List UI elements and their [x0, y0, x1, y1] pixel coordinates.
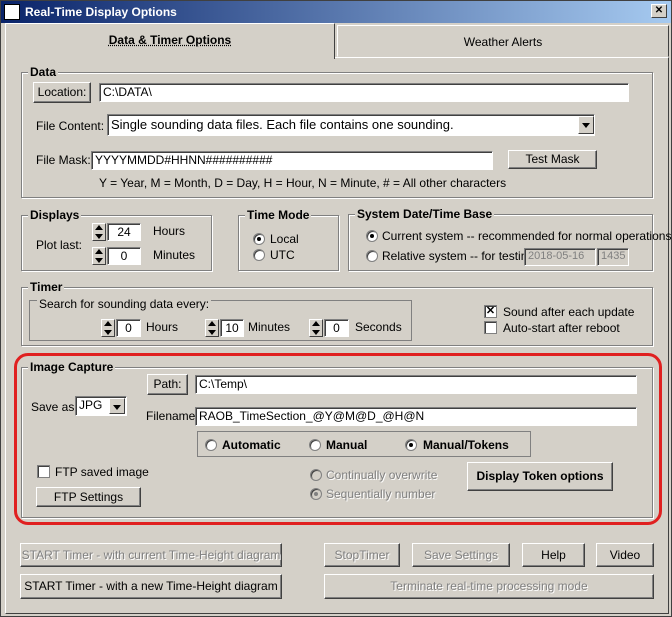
timer-minutes-field[interactable]: 10 — [220, 319, 244, 337]
relative-time-field[interactable]: 1435 — [597, 248, 629, 266]
location-field[interactable]: C:\DATA\ — [99, 83, 629, 102]
local-label: Local — [270, 232, 299, 246]
dialog-window: Real-Time Display Options ✕ Data & Timer… — [0, 0, 672, 617]
tab-label: Weather Alerts — [463, 35, 543, 49]
chevron-down-icon[interactable] — [578, 116, 594, 134]
minutes-spinner[interactable] — [92, 247, 106, 265]
sound-label: Sound after each update — [503, 305, 635, 319]
local-radio[interactable] — [253, 233, 265, 245]
timer-seconds-spinner[interactable] — [309, 319, 323, 337]
utc-label: UTC — [270, 248, 295, 262]
video-button[interactable]: Video — [596, 543, 654, 567]
timer-minutes-spinner[interactable] — [205, 319, 219, 337]
highlight-ring — [14, 353, 662, 525]
stop-timer-button[interactable]: StopTimer — [324, 543, 400, 567]
group-title: Time Mode — [245, 208, 312, 222]
timer-hours-spinner[interactable] — [101, 319, 115, 337]
hours-label: Hours — [153, 224, 186, 238]
title-bar: Real-Time Display Options ✕ — [1, 1, 671, 23]
display-hours-field[interactable]: 24 — [107, 223, 141, 241]
terminate-button[interactable]: Terminate real-time processing mode — [324, 574, 654, 599]
hours-spinner[interactable] — [92, 223, 106, 241]
file-mask-label: File Mask: — [36, 153, 91, 167]
plot-last-label: Plot last: — [36, 238, 83, 252]
relative-date-field[interactable]: 2018-05-16 — [524, 248, 596, 266]
utc-radio[interactable] — [253, 249, 265, 261]
mask-legend: Y = Year, M = Month, D = Day, H = Hour, … — [99, 176, 507, 190]
group-title: System Date/Time Base — [355, 207, 495, 221]
search-label: Search for sounding data every: — [37, 297, 212, 311]
help-button[interactable]: Help — [522, 543, 585, 567]
relative-system-radio[interactable] — [366, 250, 378, 262]
start-timer-current-button[interactable]: START Timer - with current Time-Height d… — [20, 543, 282, 567]
group-title: Data — [28, 65, 59, 79]
location-button[interactable]: Location: — [33, 82, 91, 103]
start-timer-new-button[interactable]: START Timer - with a new Time-Height dia… — [20, 574, 282, 599]
minutes-label: Minutes — [153, 248, 196, 262]
timer-seconds-label: Seconds — [355, 320, 402, 334]
close-icon[interactable]: ✕ — [651, 4, 667, 18]
tab-weather-alerts[interactable]: Weather Alerts — [337, 25, 669, 57]
group-title: Displays — [28, 208, 82, 222]
file-content-label: File Content: — [36, 119, 105, 133]
file-mask-field[interactable]: YYYYMMDD#HHNN########## — [91, 151, 493, 170]
tab-data-timer-options[interactable]: Data & Timer Options — [5, 23, 335, 59]
sound-checkbox[interactable]: ✕ — [484, 305, 497, 318]
timer-hours-field[interactable]: 0 — [116, 319, 141, 337]
test-mask-button[interactable]: Test Mask — [508, 150, 597, 169]
app-icon — [4, 4, 20, 20]
autostart-label: Auto-start after reboot — [503, 321, 620, 335]
file-content-select[interactable]: Single sounding data files. Each file co… — [107, 114, 595, 136]
timer-minutes-label: Minutes — [248, 320, 291, 334]
timer-seconds-field[interactable]: 0 — [324, 319, 349, 337]
current-system-label: Current system -- recommended for normal… — [382, 229, 672, 243]
relative-system-label: Relative system -- for testing: — [382, 249, 538, 263]
window-title: Real-Time Display Options — [25, 5, 177, 19]
display-minutes-field[interactable]: 0 — [107, 247, 141, 265]
current-system-radio[interactable] — [366, 230, 378, 242]
save-settings-button[interactable]: Save Settings — [412, 543, 510, 567]
tab-label: Data & Timer Options — [108, 33, 232, 47]
group-title: Timer — [28, 280, 65, 294]
autostart-checkbox[interactable] — [484, 321, 497, 334]
timer-hours-label: Hours — [146, 320, 179, 334]
